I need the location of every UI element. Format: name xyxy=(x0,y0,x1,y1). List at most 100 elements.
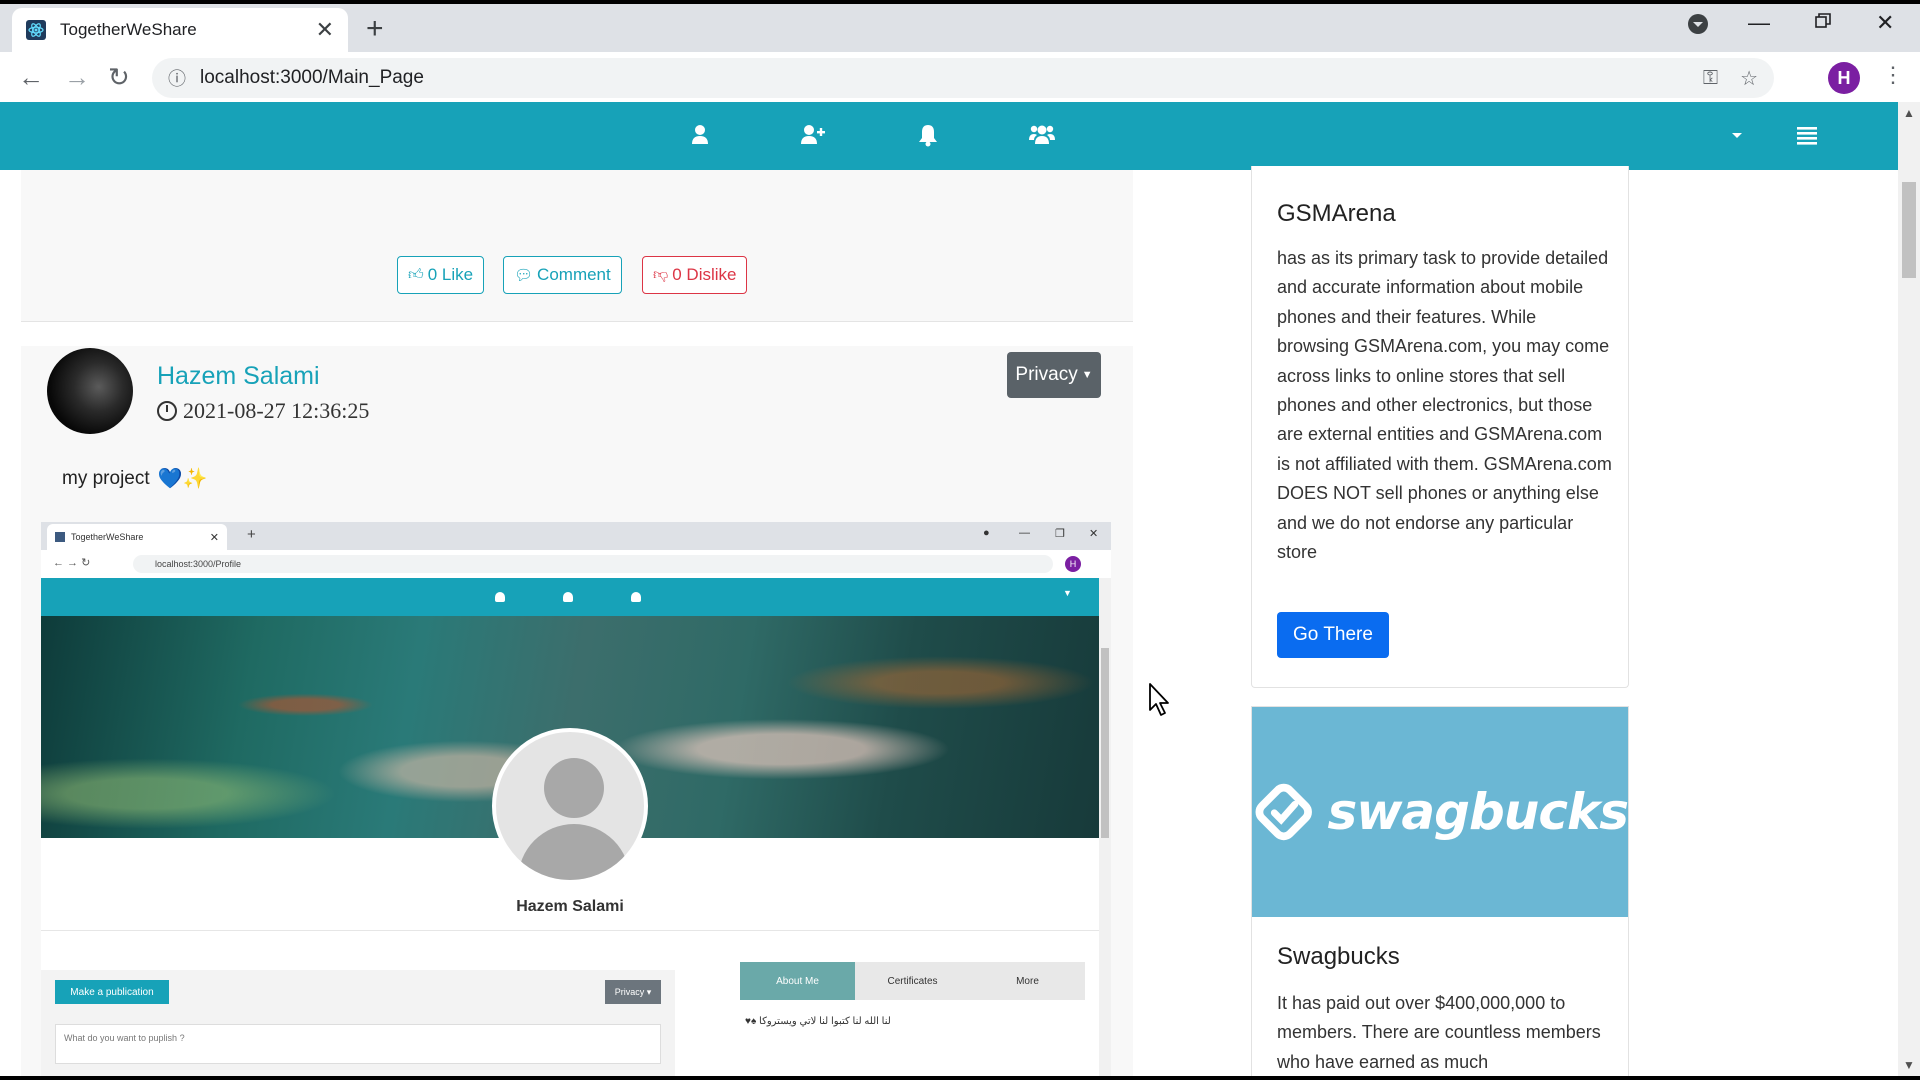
new-tab-icon[interactable]: + xyxy=(366,14,384,44)
shot-new-tab-icon: + xyxy=(247,526,256,543)
menu-list-icon[interactable] xyxy=(1792,120,1822,150)
shot-tab-bar: TogetherWeShare ✕ + ● — ❐ ✕ xyxy=(41,522,1111,550)
shot-publish-input: What do you want to puplish ? xyxy=(55,1024,661,1064)
shot-tab-title: TogetherWeShare xyxy=(71,532,144,542)
shot-scrollbar xyxy=(1099,578,1111,1076)
tab-title: TogetherWeShare xyxy=(60,20,197,39)
shot-divider xyxy=(41,930,1099,931)
shot-url: localhost:3000/Profile xyxy=(133,555,1053,573)
page-viewport: 👍︎ 0 Like 💬︎ Comment 👎︎ 0 Dislike Hazem … xyxy=(0,102,1920,1076)
ad-description: It has paid out over $400,000,000 to mem… xyxy=(1277,993,1601,1072)
user-icon[interactable] xyxy=(685,120,715,150)
browser-menu-icon[interactable]: ⋮ xyxy=(1882,64,1904,86)
group-icon[interactable] xyxy=(1027,120,1057,150)
previous-post-card: 👍︎ 0 Like 💬︎ Comment 👎︎ 0 Dislike xyxy=(21,170,1133,322)
shot-url-text: localhost:3000/Profile xyxy=(155,559,242,569)
shot-about-text: لنا الله لنا كتبوا لنا لاتي ويستروكا ♠♥ xyxy=(745,1016,891,1027)
restore-icon[interactable] xyxy=(1814,12,1832,30)
shot-media-icon: ● xyxy=(983,527,990,539)
comment-button[interactable]: 💬︎ Comment xyxy=(503,256,622,294)
shot-tab-certificates: Certificates xyxy=(887,975,938,987)
shot-restore-icon: ❐ xyxy=(1055,528,1065,540)
thumbs-up-icon: 👍︎ xyxy=(408,266,424,283)
main-content: 👍︎ 0 Like 💬︎ Comment 👎︎ 0 Dislike Hazem … xyxy=(0,166,1898,1076)
post-image[interactable]: TogetherWeShare ✕ + ● — ❐ ✕ ← → ↻ localh… xyxy=(41,522,1111,1076)
key-icon[interactable]: ⚿ xyxy=(1703,67,1718,90)
shot-profile-picture xyxy=(492,728,648,884)
author-name-link[interactable]: Hazem Salami xyxy=(157,362,320,391)
shot-user-icon xyxy=(495,592,505,602)
browser-toolbar: ← → ↻ ⓘ localhost:3000/Main_Page ⚿ ☆ H ⋮ xyxy=(0,52,1920,102)
dropdown-caret-icon[interactable] xyxy=(1722,120,1752,150)
swagbucks-logo-text: swagbucks xyxy=(1327,783,1629,841)
clock-icon xyxy=(157,401,177,421)
privacy-label: Privacy xyxy=(1015,364,1078,385)
like-button[interactable]: 👍︎ 0 Like xyxy=(397,256,485,294)
address-bar[interactable]: ⓘ localhost:3000/Main_Page ⚿ ☆ xyxy=(152,58,1774,98)
scroll-up-icon[interactable]: ▲ xyxy=(1903,106,1915,120)
shot-tab-about: About Me xyxy=(740,962,855,1000)
profile-avatar[interactable]: H xyxy=(1828,62,1860,94)
shot-profile-tabs: About Me Certificates More xyxy=(740,962,1085,1000)
bookmark-star-icon[interactable]: ☆ xyxy=(1740,66,1758,91)
forward-icon[interactable]: → xyxy=(64,64,90,90)
post-emojis: 💙✨ xyxy=(157,468,208,490)
shot-publish-button: Make a publication xyxy=(55,980,169,1004)
thumbs-down-icon: 👎︎ xyxy=(653,266,669,283)
shot-minimize-icon: — xyxy=(1019,527,1030,539)
shot-back-icon: ← → ↻ xyxy=(53,557,91,569)
reload-icon[interactable]: ↻ xyxy=(108,64,130,90)
swagbucks-logo-icon xyxy=(1255,783,1312,841)
shot-close-window-icon: ✕ xyxy=(1089,528,1099,540)
shot-favicon-icon xyxy=(55,532,65,542)
tab-strip: TogetherWeShare ✕ + — ✕ xyxy=(0,4,1920,52)
shot-publication-card: Make a publication Privacy ▾ What do you… xyxy=(41,970,675,1076)
post-body: my project 💙✨ xyxy=(62,466,207,491)
app-navbar xyxy=(0,102,1898,170)
scroll-down-icon[interactable]: ▼ xyxy=(1903,1058,1915,1072)
post-card: Hazem Salami 2021-08-27 12:36:25 Privacy… xyxy=(21,346,1133,1076)
shot-navbar: ▼ xyxy=(41,578,1099,616)
shot-avatar: H xyxy=(1065,556,1081,572)
shot-close-icon: ✕ xyxy=(209,531,219,544)
media-control-icon[interactable] xyxy=(1686,12,1710,36)
shot-privacy-label: Privacy xyxy=(614,987,645,997)
mouse-cursor-icon xyxy=(1149,683,1169,716)
browser-tab[interactable]: TogetherWeShare ✕ xyxy=(12,8,348,52)
comment-label: Comment xyxy=(537,265,611,284)
ad-title: Swagbucks xyxy=(1277,943,1400,970)
ad-description: has as its primary task to provide detai… xyxy=(1277,248,1612,563)
comment-icon: 💬︎ xyxy=(514,267,534,284)
shot-add-friend-icon xyxy=(563,592,573,602)
caret-down-icon: ▼ xyxy=(1081,369,1093,381)
swagbucks-logo-image[interactable]: swagbucks xyxy=(1252,707,1629,917)
bell-icon[interactable] xyxy=(913,120,943,150)
ad-card-swagbucks: swagbucks Swagbucks It has paid out over… xyxy=(1251,706,1629,1076)
minimize-icon[interactable]: — xyxy=(1748,10,1770,36)
react-icon xyxy=(26,20,46,40)
add-friend-icon[interactable] xyxy=(797,120,827,150)
shot-privacy-button: Privacy ▾ xyxy=(605,980,661,1004)
ad-title: GSMArena xyxy=(1277,200,1396,227)
shot-caret-icon: ▼ xyxy=(1063,588,1072,598)
shot-toolbar: ← → ↻ localhost:3000/Profile H xyxy=(41,550,1111,578)
site-info-icon[interactable]: ⓘ xyxy=(168,65,186,91)
page-scrollbar[interactable]: ▲ ▼ xyxy=(1898,102,1920,1076)
back-icon[interactable]: ← xyxy=(18,64,44,90)
go-there-button[interactable]: Go There xyxy=(1277,612,1389,658)
privacy-dropdown-button[interactable]: Privacy ▼ xyxy=(1007,352,1101,398)
dislike-label: 0 Dislike xyxy=(672,265,737,284)
author-avatar[interactable] xyxy=(47,348,133,434)
close-window-icon[interactable]: ✕ xyxy=(1876,10,1894,36)
post-text: my project xyxy=(62,467,150,489)
url-text[interactable]: localhost:3000/Main_Page xyxy=(200,67,1681,89)
shot-tab: TogetherWeShare ✕ xyxy=(47,524,227,550)
shot-profile-name: Hazem Salami xyxy=(516,898,624,915)
dislike-button[interactable]: 👎︎ 0 Dislike xyxy=(642,256,748,294)
browser-chrome: TogetherWeShare ✕ + — ✕ ← → ↻ ⓘ localhos… xyxy=(0,4,1920,102)
scrollbar-thumb[interactable] xyxy=(1902,182,1916,278)
shot-tab-more: More xyxy=(1016,975,1039,987)
tab-close-icon[interactable]: ✕ xyxy=(316,19,334,41)
shot-bell-icon xyxy=(631,592,641,602)
like-label: 0 Like xyxy=(427,265,474,284)
